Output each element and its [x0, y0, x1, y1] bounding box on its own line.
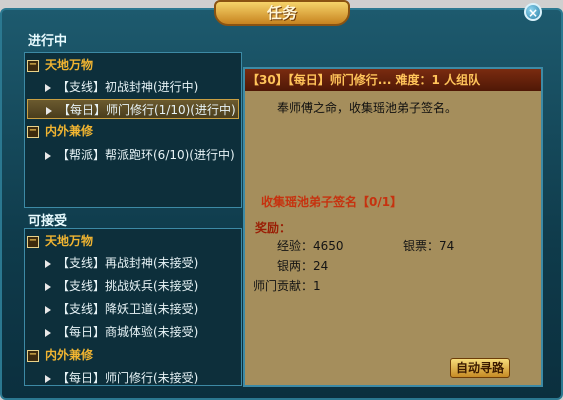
arrow-right-icon	[45, 83, 51, 92]
arrow-right-icon	[46, 106, 52, 115]
close-icon[interactable]: ×	[524, 3, 542, 21]
in-progress-heading: 进行中	[28, 34, 68, 49]
quest-item[interactable]: 【每日】商城体验(未接受)	[27, 322, 198, 342]
reward-silver: 银两：24	[277, 259, 329, 273]
quest-detail-header: 【30】【每日】师门修行... 难度：1 人组队	[245, 69, 541, 91]
quest-item[interactable]: 【支线】降妖卫道(未接受)	[27, 299, 198, 319]
quest-item[interactable]: 【支线】初战封神(进行中)	[27, 77, 198, 97]
quest-window: 进行中 − 天地万物 【支线】初战封神(进行中) 【每日】师门修行(1/10)(进…	[0, 8, 563, 400]
reward-exp: 经验：4650	[277, 239, 344, 253]
category-tiandi-wanwu[interactable]: − 天地万物	[27, 231, 93, 251]
reward-contribution: 师门贡献：1	[253, 279, 321, 293]
available-heading: 可接受	[28, 214, 68, 229]
arrow-right-icon	[45, 328, 51, 337]
arrow-right-icon	[45, 282, 51, 291]
quest-item[interactable]: 【帮派】帮派跑环(6/10)(进行中)	[27, 145, 235, 165]
auto-pathfind-button[interactable]: 自动寻路	[450, 358, 510, 378]
quest-item[interactable]: 【支线】挑战妖兵(未接受)	[27, 276, 198, 296]
collapse-icon[interactable]: −	[27, 349, 39, 362]
quest-item-selected[interactable]: 【每日】师门修行(1/10)(进行中)	[27, 99, 239, 119]
collapse-icon[interactable]: −	[27, 125, 39, 138]
collapse-icon[interactable]: −	[27, 59, 39, 72]
arrow-right-icon	[45, 305, 51, 314]
reward-title: 奖励：	[255, 221, 292, 235]
quest-detail-panel: 【30】【每日】师门修行... 难度：1 人组队 奉师傅之命，收集瑶池弟子签名。…	[243, 67, 543, 387]
quest-goal: 收集瑶池弟子签名【0/1】	[261, 195, 403, 209]
category-neiwai-jianxiu[interactable]: − 内外兼修	[27, 345, 93, 365]
quest-item[interactable]: 【支线】再战封神(未接受)	[27, 253, 198, 273]
window-title: 任务	[214, 0, 350, 26]
reward-silver-note: 银票：74	[403, 239, 455, 253]
category-neiwai-jianxiu[interactable]: − 内外兼修	[27, 121, 93, 141]
arrow-right-icon	[45, 259, 51, 268]
in-progress-panel: − 天地万物 【支线】初战封神(进行中) 【每日】师门修行(1/10)(进行中) …	[24, 52, 242, 208]
category-tiandi-wanwu[interactable]: − 天地万物	[27, 55, 93, 75]
available-panel: − 天地万物 【支线】再战封神(未接受) 【支线】挑战妖兵(未接受) 【支线】降妖…	[24, 228, 242, 386]
arrow-right-icon	[45, 374, 51, 383]
collapse-icon[interactable]: −	[27, 235, 39, 248]
quest-description: 奉师傅之命，收集瑶池弟子签名。	[277, 101, 458, 115]
arrow-right-icon	[45, 151, 51, 160]
quest-item[interactable]: 【每日】师门修行(未接受)	[27, 368, 198, 385]
